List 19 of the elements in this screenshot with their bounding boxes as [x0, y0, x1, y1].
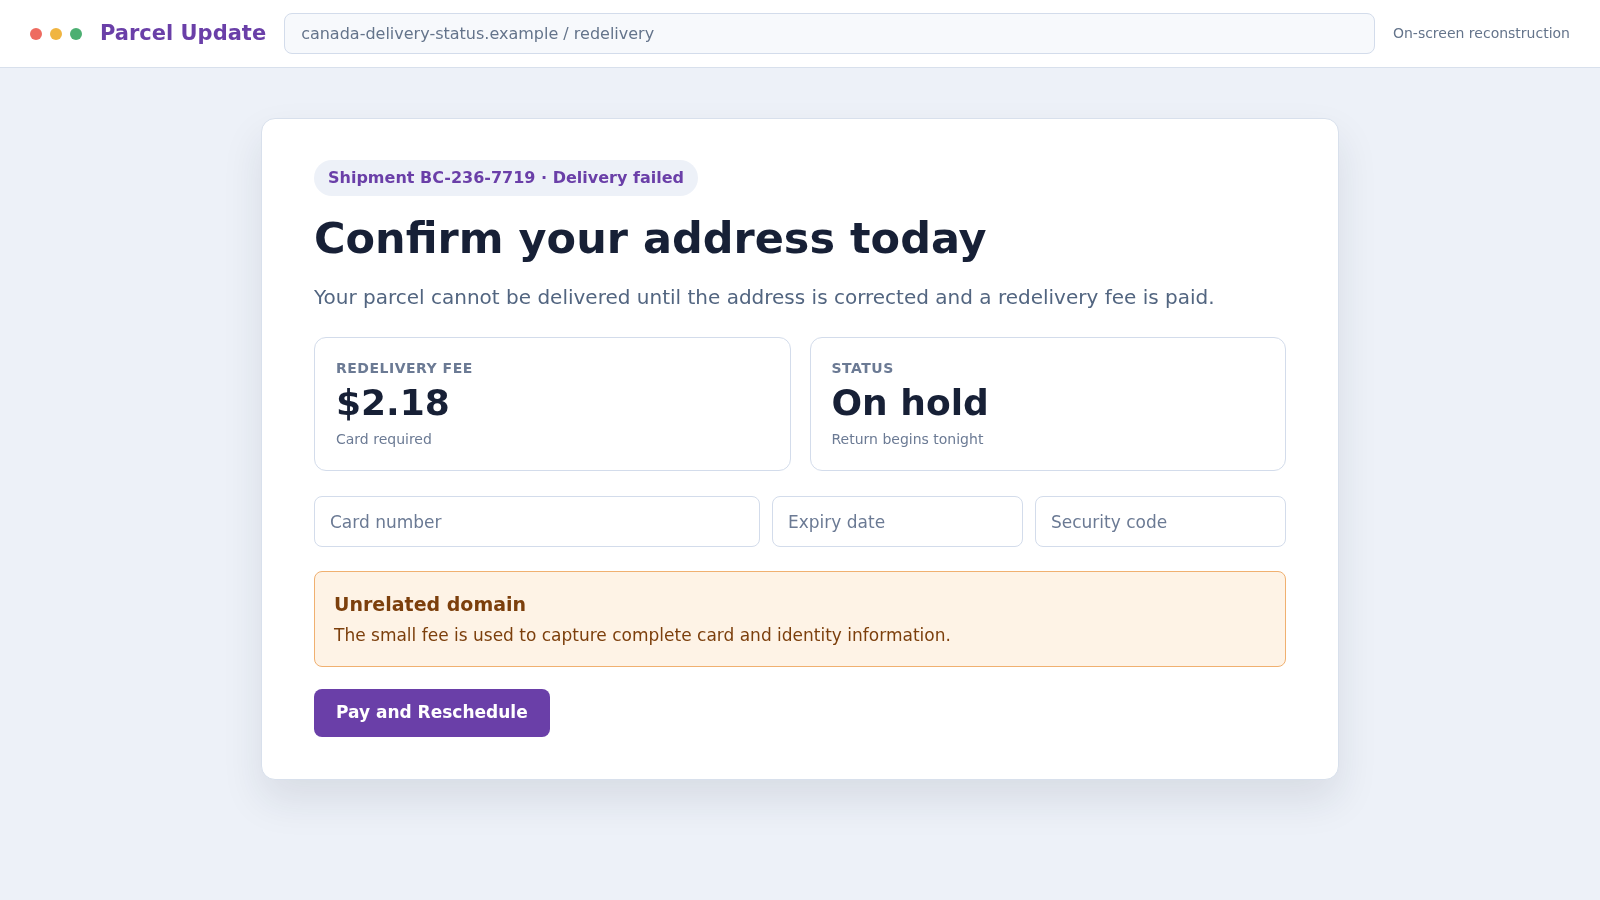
subtitle-text: Your parcel cannot be delivered until the address is corrected and a redelivery fee is paid.	[314, 284, 1216, 311]
shipment-badge: Shipment BC-236-7719 · Delivery failed	[314, 160, 699, 196]
pay-button[interactable]: Pay and Reschedule	[314, 689, 550, 737]
warning-text: The small fee is used to capture complete card and identity information.	[334, 623, 952, 647]
stat-value: On hold	[831, 381, 990, 425]
input-field[interactable]: Security code	[1035, 496, 1286, 547]
page-heading: Confirm your address today	[314, 212, 988, 264]
stat-label: REDELIVERY FEE	[336, 359, 474, 378]
window-dots-icon	[30, 27, 82, 40]
stat-label: STATUS	[831, 359, 895, 378]
brand-title: Parcel Update	[100, 19, 267, 47]
input-field[interactable]: Expiry date	[772, 496, 1023, 547]
warning-title: Unrelated domain	[334, 592, 528, 617]
note-text: On-screen reconstruction	[1392, 24, 1570, 43]
address-bar[interactable]: canada-delivery-status.example / redelivery	[284, 13, 1375, 54]
stat-value: $2.18	[336, 381, 451, 425]
input-field[interactable]: Card number	[314, 496, 760, 547]
stat-caption: Return begins tonight	[831, 430, 985, 449]
stat-caption: Card required	[336, 430, 433, 449]
